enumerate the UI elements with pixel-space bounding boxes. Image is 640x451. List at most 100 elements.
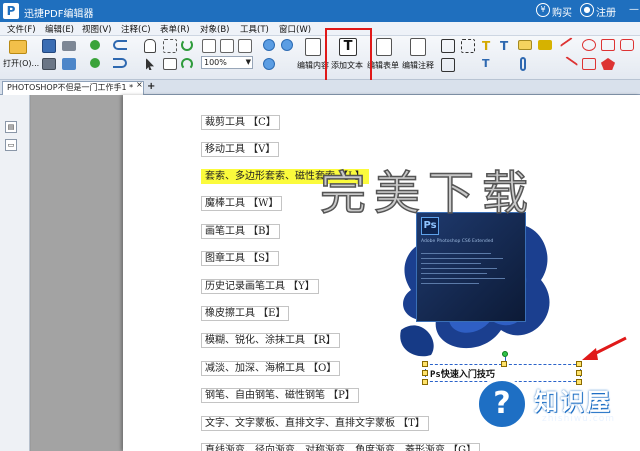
zoom-out-icon[interactable] xyxy=(281,39,293,51)
ps-text-line xyxy=(421,263,481,264)
ps-text-line xyxy=(421,273,487,274)
fit-page-icon[interactable] xyxy=(202,39,216,53)
doc-line[interactable]: 橡皮擦工具 【E】 xyxy=(201,306,290,321)
resize-handle[interactable] xyxy=(422,361,428,367)
register-link[interactable]: 注册 xyxy=(596,4,616,19)
speaker-icon[interactable] xyxy=(538,40,552,50)
doc-line[interactable]: 模糊、锐化、涂抹工具 【R】 xyxy=(201,333,340,348)
doc-line[interactable]: 裁剪工具 【C】 xyxy=(201,115,280,130)
menu-window[interactable]: 窗口(W) xyxy=(279,23,311,35)
arrow-icon[interactable] xyxy=(559,56,579,74)
red-arrow-annotation xyxy=(582,336,627,360)
menu-tools[interactable]: 工具(T) xyxy=(240,23,269,35)
ps-subtitle: Adobe Photoshop CS6 Extended xyxy=(421,239,494,244)
tab-title: PHOTOSHOP不但是一门工作手1 * xyxy=(7,83,134,92)
menu-object[interactable]: 对象(B) xyxy=(200,23,229,35)
buy-link[interactable]: 购买 xyxy=(552,4,572,19)
minimize-button[interactable]: — xyxy=(629,4,639,15)
rotate-right-icon[interactable] xyxy=(181,58,193,70)
side-panel: ▤ ▭ xyxy=(0,95,30,451)
chevron-down-icon[interactable]: ▼ xyxy=(246,57,251,68)
cloud-icon[interactable] xyxy=(620,39,634,51)
back-icon[interactable] xyxy=(90,40,100,50)
undo-icon[interactable] xyxy=(113,40,127,50)
tab-bar: PHOTOSHOP不但是一门工作手1 * × + xyxy=(0,80,640,95)
print-icon[interactable] xyxy=(42,58,56,70)
typewriter-icon[interactable]: T xyxy=(500,39,512,53)
doc-line[interactable]: 钢笔、自由钢笔、磁性钢笔 【P】 xyxy=(201,388,359,403)
ps-text-line xyxy=(421,253,491,254)
ellipse-icon[interactable] xyxy=(582,39,596,51)
doc-line[interactable]: 魔棒工具 【W】 xyxy=(201,196,283,211)
toolbar: 打开(O)... 编辑内容 T 添加文本 编辑表单 编辑注释 T T T xyxy=(0,36,640,80)
resize-handle[interactable] xyxy=(576,361,582,367)
menu-bar: 文件(F) 编辑(E) 视图(V) 注释(C) 表单(R) 对象(B) 工具(T… xyxy=(0,22,640,36)
marquee-icon[interactable] xyxy=(163,39,177,53)
select-tool-icon[interactable] xyxy=(146,58,154,70)
folder-icon[interactable] xyxy=(9,40,27,54)
resize-handle[interactable] xyxy=(422,379,428,385)
user-icon[interactable]: ● xyxy=(580,3,594,17)
menu-form[interactable]: 表单(R) xyxy=(160,23,190,35)
new-tab-button[interactable]: + xyxy=(147,81,155,92)
edit-content-icon[interactable] xyxy=(305,38,321,56)
doc-line[interactable]: 移动工具 【V】 xyxy=(201,142,280,157)
doc-line[interactable]: 直线渐变、径向渐变、对称渐变、角度渐变、菱形渐变 【G】 xyxy=(201,443,481,451)
doc-line[interactable]: 文字、文字蒙板、直排文字、直排文字蒙板 【T】 xyxy=(201,416,429,431)
edit-annotation-icon[interactable] xyxy=(410,38,426,56)
line-icon[interactable] xyxy=(559,37,579,55)
zoom-in-icon[interactable] xyxy=(263,39,275,51)
ps-text-line xyxy=(421,283,479,284)
edit-form-icon[interactable] xyxy=(376,38,392,56)
rotate-left-icon[interactable] xyxy=(181,39,193,51)
rotation-handle[interactable] xyxy=(502,351,508,357)
menu-comment[interactable]: 注释(C) xyxy=(121,23,151,35)
edit-annotation-button[interactable]: 编辑注释 xyxy=(402,60,434,71)
measure-icon[interactable] xyxy=(441,58,455,72)
close-icon[interactable]: × xyxy=(136,80,143,89)
note-icon[interactable] xyxy=(518,40,532,50)
attach-icon[interactable] xyxy=(520,57,526,71)
actual-size-icon[interactable] xyxy=(238,39,252,53)
zoom-select[interactable]: 100% ▼ xyxy=(201,56,253,69)
snapshot-icon[interactable] xyxy=(163,58,177,70)
rectangle-icon[interactable] xyxy=(601,39,615,51)
ps-text-line xyxy=(421,278,505,279)
fit-width-icon[interactable] xyxy=(220,39,234,53)
app-logo: P xyxy=(3,3,19,19)
hand-tool-icon[interactable] xyxy=(144,39,156,53)
doc-line[interactable]: 画笔工具 【B】 xyxy=(201,224,280,239)
link-area-icon[interactable] xyxy=(461,39,475,53)
crop-icon[interactable] xyxy=(441,39,455,53)
brand-url: zhishiwu.com xyxy=(542,414,615,424)
redo-icon[interactable] xyxy=(113,58,127,68)
zoom-tool-icon[interactable] xyxy=(263,58,275,70)
pages-icon[interactable]: ▭ xyxy=(5,139,17,151)
polyline-icon[interactable] xyxy=(582,58,596,70)
cart-icon[interactable]: ¥ xyxy=(536,3,550,17)
scanner-icon[interactable] xyxy=(62,41,76,51)
menu-file[interactable]: 文件(F) xyxy=(7,23,36,35)
doc-line[interactable]: 历史记录画笔工具 【Y】 xyxy=(201,279,319,294)
tab-document[interactable]: PHOTOSHOP不但是一门工作手1 * xyxy=(2,81,144,95)
email-icon[interactable] xyxy=(62,58,76,70)
watermark-text: 完美下载 xyxy=(319,165,536,221)
strike-text-icon[interactable]: T xyxy=(482,58,494,70)
resize-handle[interactable] xyxy=(422,370,428,376)
doc-line[interactable]: 图章工具 【S】 xyxy=(201,251,280,266)
polygon-icon[interactable] xyxy=(601,58,615,70)
bookmarks-icon[interactable]: ▤ xyxy=(5,121,17,133)
open-button[interactable]: 打开(O)... xyxy=(3,58,39,69)
doc-line[interactable]: 减淡、加深、海棉工具 【O】 xyxy=(201,361,341,376)
resize-handle[interactable] xyxy=(501,361,507,367)
menu-view[interactable]: 视图(V) xyxy=(82,23,111,35)
menu-edit[interactable]: 编辑(E) xyxy=(45,23,74,35)
brand-name: 知识屋 xyxy=(534,388,612,416)
text-box-icon[interactable]: T xyxy=(482,39,494,53)
add-text-highlight-frame xyxy=(325,28,372,85)
save-icon[interactable] xyxy=(42,39,56,53)
ps-text-line xyxy=(421,258,503,259)
ps-text-line xyxy=(421,268,497,269)
zoom-value: 100% xyxy=(204,58,227,67)
forward-icon[interactable] xyxy=(90,58,100,68)
